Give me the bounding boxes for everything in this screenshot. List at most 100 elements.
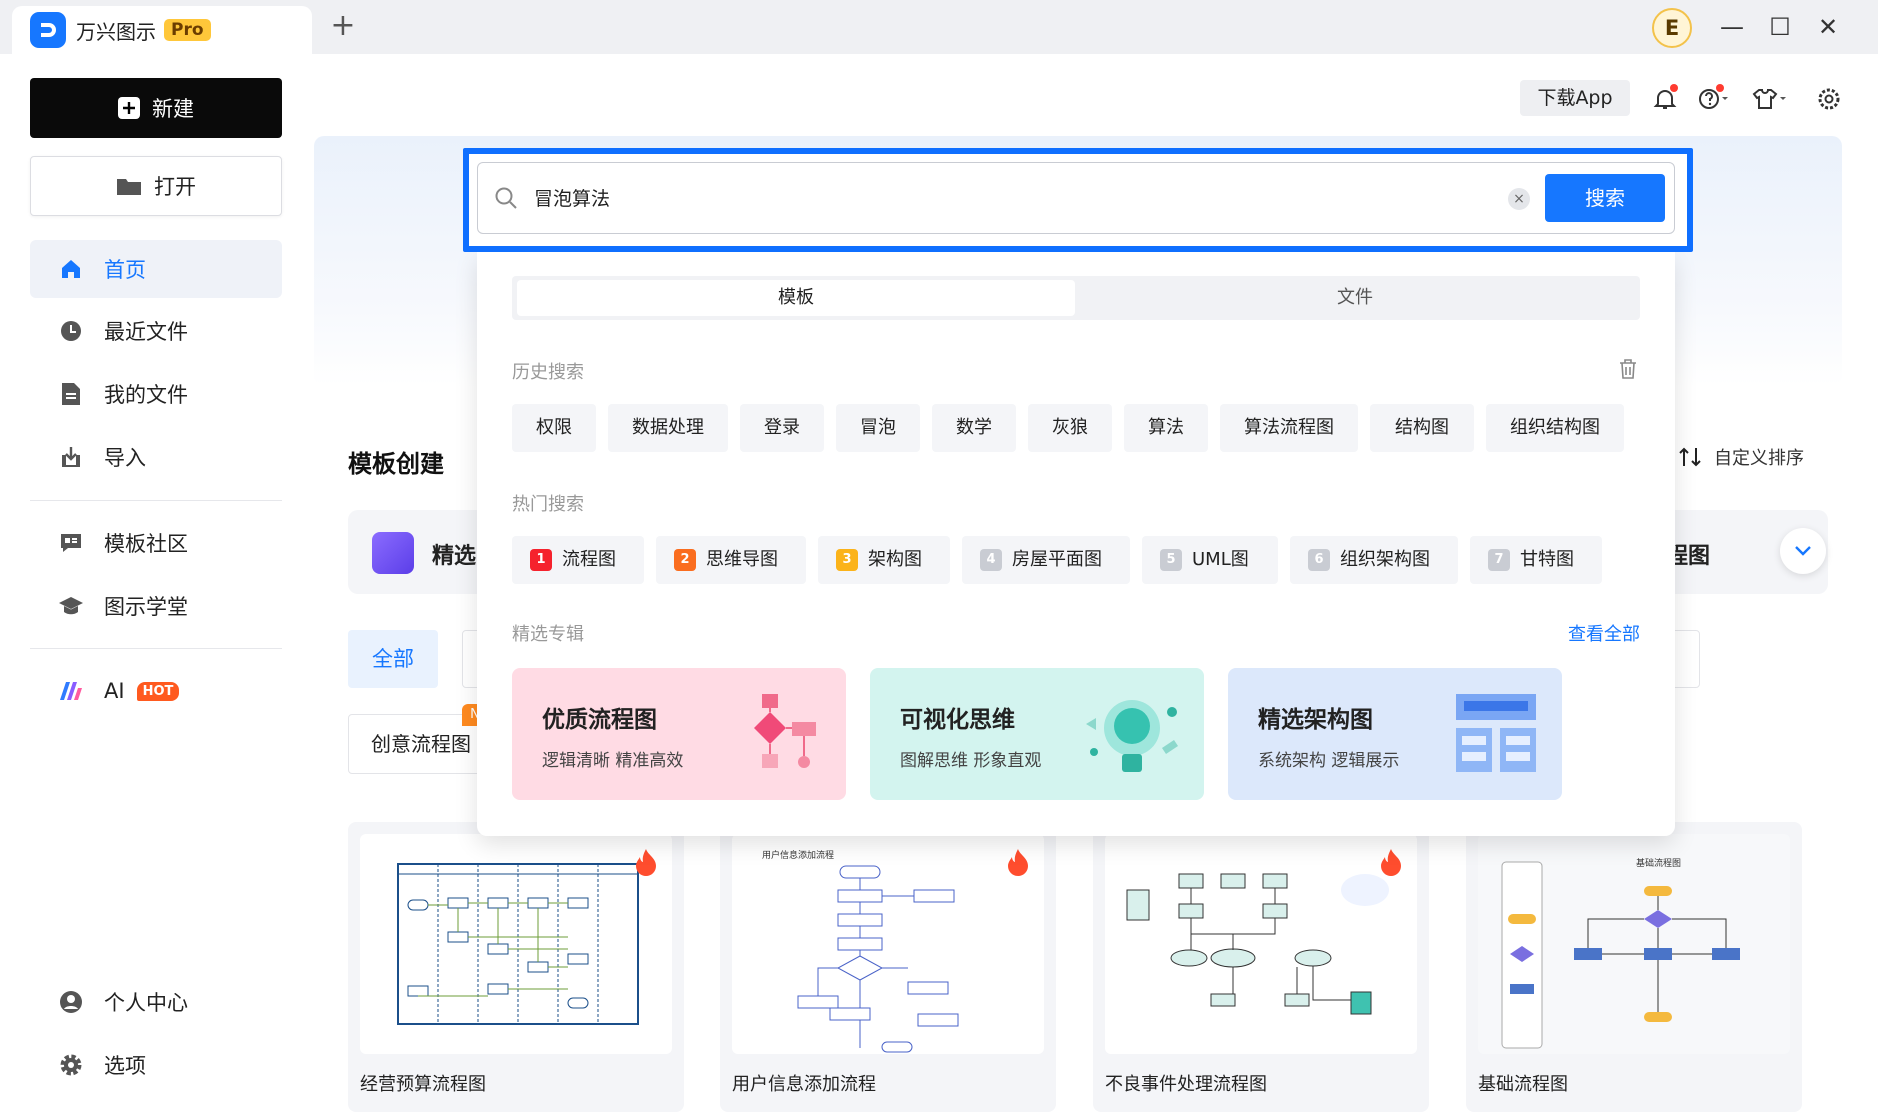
hot-tag[interactable]: 3 架构图 [818,536,950,584]
skin-icon[interactable] [1752,82,1786,116]
album-card-architecture[interactable]: 精选架构图 系统架构 逻辑展示 [1228,668,1562,800]
hot-tag[interactable]: 6 组织架构图 [1290,536,1458,584]
hot-tag-label: 甘特图 [1520,549,1574,570]
community-icon [58,530,84,556]
app-name: 万兴图示 [76,19,156,44]
album-card-title: 精选架构图 [1258,707,1373,733]
history-tag[interactable]: 数据处理 [608,404,728,452]
template-card[interactable]: 用户信息添加流程 用户信息添加流程 [720,822,1056,1112]
history-tag[interactable]: 算法 [1124,404,1208,452]
sidebar-item-label: 我的文件 [104,383,188,407]
search-box[interactable] [477,162,1675,234]
settings-icon[interactable] [1812,82,1846,116]
album-card-subtitle: 系统架构 逻辑展示 [1258,751,1400,771]
sidebar-item-options[interactable]: 选项 [30,1036,282,1094]
sidebar-item-label: 首页 [104,258,146,282]
close-button[interactable]: ✕ [1812,12,1844,44]
template-card-label: 经营预算流程图 [360,1074,486,1095]
divider [30,648,282,649]
hot-badge: HOT [136,681,180,701]
album-card-subtitle: 图解思维 形象直观 [900,751,1042,771]
sidebar-item-recent[interactable]: 最近文件 [30,302,282,360]
gear-icon [58,1052,84,1078]
hot-tag[interactable]: 1 流程图 [512,536,644,584]
rank-badge: 6 [1308,549,1330,571]
template-thumbnail [360,834,672,1054]
view-all-link[interactable]: 查看全部 [1568,620,1640,646]
download-app-button[interactable]: 下载App [1520,80,1630,116]
expand-button[interactable] [1780,528,1826,574]
sidebar-item-academy[interactable]: 图示学堂 [30,577,282,635]
minimize-button[interactable]: — [1716,12,1748,44]
sidebar-item-label: 图示学堂 [104,595,188,619]
sidebar-item-profile[interactable]: 个人中心 [30,973,282,1031]
rank-badge: 1 [530,549,552,571]
history-tag[interactable]: 登录 [740,404,824,452]
plus-icon [118,97,140,119]
hot-tag-label: 组织架构图 [1340,549,1430,570]
history-tag[interactable]: 结构图 [1370,404,1474,452]
new-tab-button[interactable]: + [328,11,358,42]
rank-badge: 2 [674,549,696,571]
thumbnail-title: 基础流程图 [1636,857,1681,869]
tab-files[interactable]: 文件 [1075,280,1635,316]
hot-tag-label: UML图 [1192,549,1249,570]
history-tag[interactable]: 数学 [932,404,1016,452]
sidebar-item-home[interactable]: 首页 [30,240,282,298]
search-button[interactable]: 搜索 [1545,174,1665,222]
sidebar-item-community[interactable]: 模板社区 [30,514,282,572]
app-tab[interactable]: 万兴图示 Pro [12,6,312,54]
help-icon[interactable] [1696,82,1730,116]
graduation-cap-icon [58,593,84,619]
open-label: 打开 [154,175,196,199]
rank-badge: 3 [836,549,858,571]
history-tag[interactable]: 权限 [512,404,596,452]
open-button[interactable]: 打开 [30,156,282,216]
template-thumbnail: 用户信息添加流程 [732,834,1044,1054]
maximize-button[interactable]: ☐ [1764,12,1796,44]
sort-icon [1679,447,1701,467]
template-thumbnail: 基础流程图 [1478,834,1790,1054]
sidebar-item-import[interactable]: 导入 [30,428,282,486]
template-thumbnail [1105,834,1417,1054]
album-card-subtitle: 逻辑清晰 精准高效 [542,751,684,771]
sort-button[interactable]: 自定义排序 [1678,444,1804,470]
hot-flame-icon [1381,849,1401,876]
app-logo-icon [30,12,66,48]
hot-search-title: 热门搜索 [512,494,584,515]
template-card[interactable]: 经营预算流程图 [348,822,684,1112]
selected-label[interactable]: 精选 [432,538,476,570]
history-tag[interactable]: 灰狼 [1028,404,1112,452]
new-label: 新建 [152,97,194,121]
album-card-mindmap[interactable]: 可视化思维 图解思维 形象直观 [870,668,1204,800]
section-title: 模板创建 [348,450,444,478]
album-card-title: 可视化思维 [900,707,1015,733]
avatar[interactable]: E [1652,8,1692,48]
clear-search-button[interactable]: × [1508,188,1530,210]
sidebar-item-label: 导入 [104,446,146,470]
history-tag[interactable]: 冒泡 [836,404,920,452]
sidebar-item-ai[interactable]: AI HOT [30,662,282,720]
template-card[interactable]: 不良事件处理流程图 [1093,822,1429,1112]
hot-tag[interactable]: 4 房屋平面图 [962,536,1130,584]
filter-all-chip[interactable]: 全部 [348,630,438,688]
history-tag[interactable]: 组织结构图 [1486,404,1624,452]
trash-icon[interactable] [1618,358,1638,380]
hot-tag-label: 架构图 [868,549,922,570]
rank-badge: 4 [980,549,1002,571]
ai-label: AI [104,679,125,703]
history-tag[interactable]: 算法流程图 [1220,404,1358,452]
template-card[interactable]: 基础流程图 基础流程图 [1466,822,1802,1112]
sidebar-item-label: 最近文件 [104,320,188,344]
tab-templates[interactable]: 模板 [517,280,1075,316]
hot-tag[interactable]: 7 甘特图 [1470,536,1602,584]
sidebar-item-my-files[interactable]: 我的文件 [30,365,282,423]
thumbnail-title: 用户信息添加流程 [762,849,834,861]
search-input[interactable]: 冒泡算法 [534,184,610,211]
album-card-flowchart[interactable]: 优质流程图 逻辑清晰 精准高效 [512,668,846,800]
new-button[interactable]: 新建 [30,78,282,138]
user-icon [58,989,84,1015]
hot-tag[interactable]: 5 UML图 [1142,536,1278,584]
hot-tag[interactable]: 2 思维导图 [656,536,806,584]
bell-icon[interactable] [1648,82,1682,116]
